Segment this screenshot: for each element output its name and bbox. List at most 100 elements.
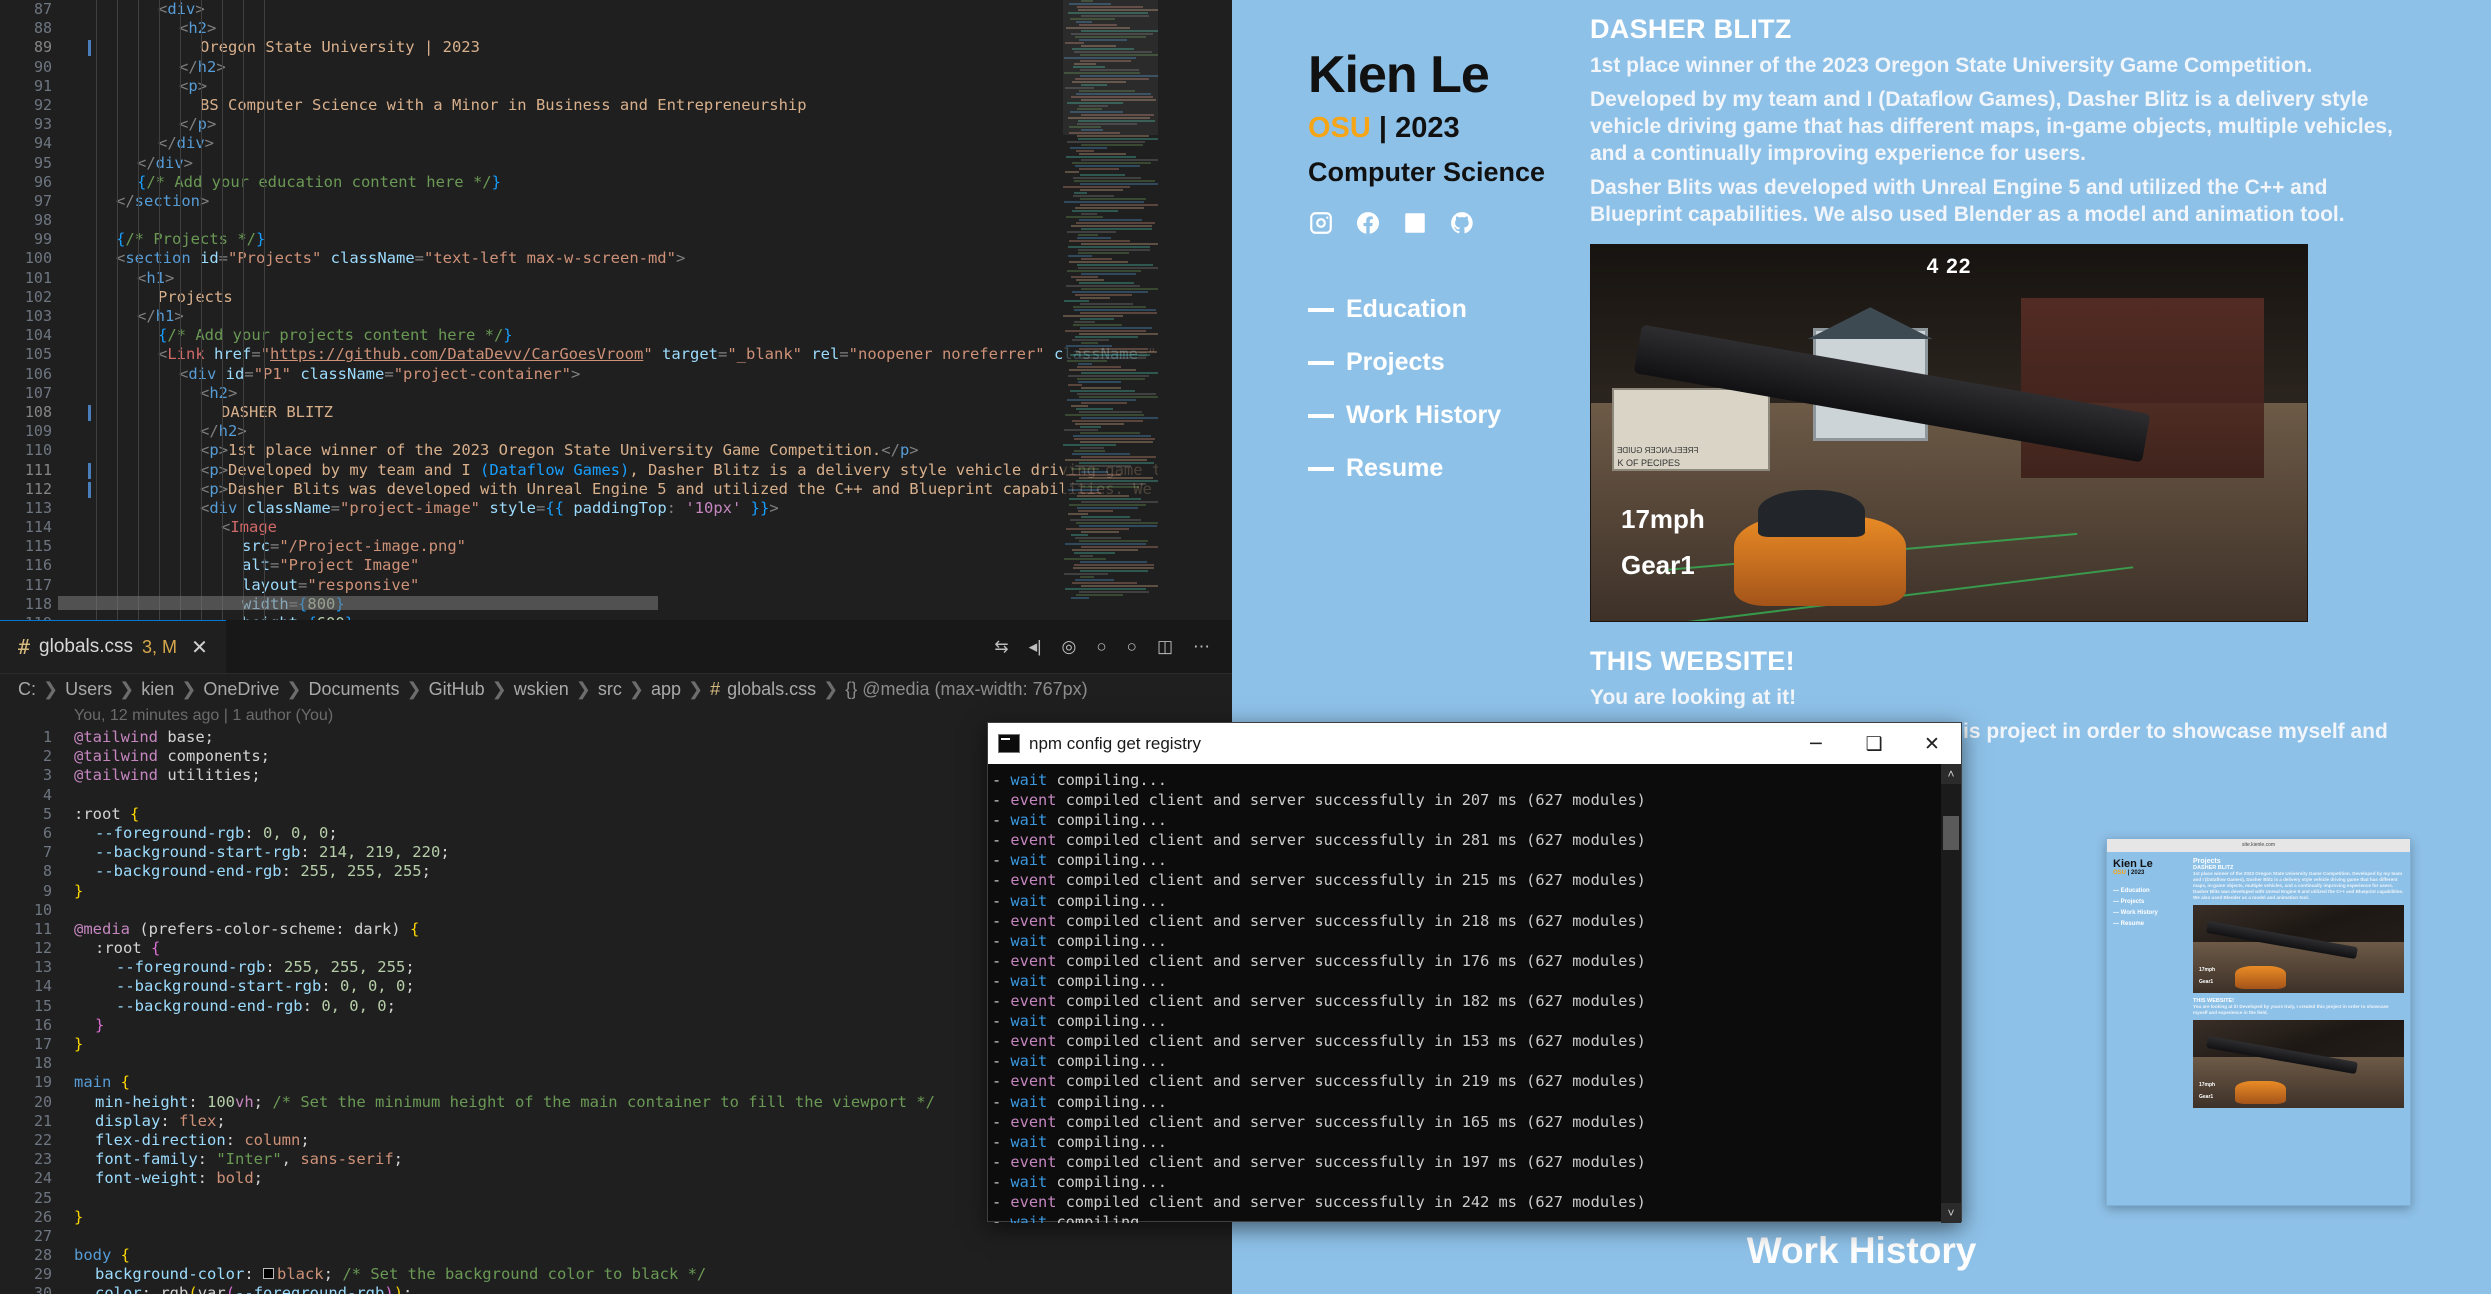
run-icon[interactable]: ◎ [1062, 637, 1077, 657]
tab-globals-css[interactable]: # globals.css 3, M ✕ [0, 620, 226, 673]
nav-item-education[interactable]: Education [1308, 295, 1572, 324]
nav-item-resume[interactable]: Resume [1308, 454, 1572, 483]
top-code-lines[interactable]: 87<div>88<h2>89Oregon State University |… [0, 0, 1232, 620]
terminal-titlebar[interactable]: npm config get registry ─ ❑ ✕ [988, 723, 1961, 764]
breadcrumb-part[interactable]: Documents [308, 679, 399, 700]
preview-name: Kien Le [2113, 858, 2153, 870]
terminal-message: compiling... [1047, 771, 1167, 789]
code-line[interactable]: 100 <section id="Projects" className="tex… [0, 249, 1232, 268]
modified-line-marker [88, 462, 91, 479]
code-line[interactable]: 89 Oregon State University | 2023 [0, 38, 1232, 57]
code-line[interactable]: 91 <p> [0, 77, 1232, 96]
code-line[interactable]: 108 DASHER BLITZ [0, 403, 1232, 422]
minimap-line [1065, 216, 1104, 218]
scroll-down-icon[interactable]: ˅ [1941, 1203, 1961, 1223]
minimap-line [1074, 180, 1155, 182]
terminal-scrollbar[interactable]: ˄ ˅ [1941, 764, 1961, 1223]
terminal-message: compiling... [1047, 811, 1167, 830]
next-icon[interactable]: ○ [1127, 637, 1137, 657]
breadcrumb-part[interactable]: OneDrive [203, 679, 279, 700]
site-preview-thumbnail[interactable]: site.kienle.com Kien Le OSU | 2023 — Edu… [2106, 838, 2411, 1206]
github-icon[interactable] [1449, 210, 1475, 241]
instagram-icon[interactable] [1308, 210, 1334, 241]
code-line[interactable]: 93 </p> [0, 115, 1232, 134]
hero-section: Kien Le OSU | 2023 Computer Science Educ… [1232, 0, 2491, 806]
split-vertical-icon[interactable]: ⇆ [994, 637, 1008, 657]
split-editor-icon[interactable]: ◫ [1157, 637, 1173, 657]
code-line[interactable]: 92 BS Computer Science with a Minor in Bu… [0, 96, 1232, 115]
code-line[interactable]: 104 {/* Add your projects content here */… [0, 326, 1232, 345]
code-line[interactable]: 112 <p>Dasher Blits was developed with Un… [0, 480, 1232, 499]
terminal-window[interactable]: npm config get registry ─ ❑ ✕ - wait com… [987, 722, 1962, 1223]
facebook-icon[interactable] [1355, 210, 1381, 241]
breadcrumb-part[interactable]: wskien [514, 679, 569, 700]
breadcrumb[interactable]: C: ❯ Users ❯ kien ❯ OneDrive ❯ Documents ❯ GitHub ❯… [0, 674, 1232, 704]
minimap-line [1080, 402, 1128, 404]
code-line[interactable]: 90</h2> [0, 58, 1232, 77]
indent-guide [222, 0, 223, 620]
code-line[interactable]: 29 background-color: black; /* Set the ba… [0, 1265, 1232, 1284]
code-text: display: flex; [95, 1111, 226, 1130]
linkedin-icon[interactable] [1402, 210, 1428, 241]
code-line[interactable]: 103 </h1> [0, 307, 1232, 326]
code-line[interactable]: 114 <Image [0, 518, 1232, 537]
scrollbar-thumb[interactable] [1943, 816, 1959, 850]
code-line[interactable]: 94 </div> [0, 134, 1232, 153]
terminal-output[interactable]: - wait compiling... - event compiled clie… [988, 764, 1961, 1223]
breadcrumb-part[interactable]: kien [141, 679, 174, 700]
code-line[interactable]: 101 <h1> [0, 269, 1232, 288]
code-line[interactable]: 99 {/* Projects */} [0, 230, 1232, 249]
code-line[interactable]: 110 <p>1st place winner of the 2023 Orego… [0, 441, 1232, 460]
editor-tabbar[interactable]: # globals.css 3, M ✕ ⇆ ◂| ◎ ○ ○ ◫ ⋯ [0, 620, 1232, 674]
breadcrumb-part[interactable]: GitHub [429, 679, 485, 700]
breadcrumb-part[interactable]: app [651, 679, 681, 700]
code-line[interactable]: 96 {/* Add your education content here */… [0, 173, 1232, 192]
code-line[interactable]: 27 [0, 1227, 1232, 1246]
prev-icon[interactable]: ○ [1096, 637, 1106, 657]
breadcrumb-part[interactable]: C: [18, 679, 36, 700]
maximize-button[interactable]: ❑ [1845, 723, 1903, 764]
code-line[interactable]: 87 <div> [0, 0, 1232, 19]
code-line[interactable]: 106 <div id="P1" className="project-conta… [0, 365, 1232, 384]
code-line[interactable]: 102 Projects [0, 288, 1232, 307]
code-line[interactable]: 88 <h2> [0, 19, 1232, 38]
code-line[interactable]: 107 <h2> [0, 384, 1232, 403]
minimap-slider[interactable] [1063, 0, 1158, 135]
close-button[interactable]: ✕ [1903, 723, 1961, 764]
code-line[interactable]: 111 <p>Developed by my team and I (Datafl… [0, 461, 1232, 480]
line-number: 24 [33, 1169, 52, 1188]
terminal-line: - event compiled client and server succe… [992, 1192, 1953, 1212]
code-line[interactable]: 105 <Link href="https://github.com/DataDe… [0, 345, 1232, 364]
minimap-line [1073, 567, 1154, 569]
code-line[interactable]: 113 <div className="project-image" style=… [0, 499, 1232, 518]
go-back-icon[interactable]: ◂| [1029, 637, 1042, 657]
breadcrumb-part[interactable]: Users [65, 679, 112, 700]
terminal-line: - wait compiling... [992, 1132, 1953, 1152]
close-icon[interactable]: ✕ [191, 635, 208, 660]
scroll-up-icon[interactable]: ˄ [1941, 764, 1961, 784]
minimize-button[interactable]: ─ [1787, 723, 1845, 764]
vertical-scrollbar-column[interactable] [1158, 0, 1232, 620]
site-nav[interactable]: Education Projects Work History Resume [1308, 295, 1572, 483]
terminal-bullet: - [992, 971, 1011, 990]
code-line[interactable]: 98 [0, 211, 1232, 230]
horizontal-scrollbar[interactable] [58, 596, 658, 610]
social-links[interactable] [1308, 210, 1572, 241]
code-line[interactable]: 97 </section> [0, 192, 1232, 211]
more-actions-icon[interactable]: ⋯ [1193, 637, 1210, 657]
code-line[interactable]: 95 </div> [0, 154, 1232, 173]
breadcrumb-symbol[interactable]: {} @media (max-width: 767px) [845, 679, 1087, 700]
breadcrumb-file[interactable]: globals.css [727, 679, 816, 700]
top-code-editor[interactable]: 87<div>88<h2>89Oregon State University |… [0, 0, 1232, 620]
code-line[interactable]: 28 body { [0, 1246, 1232, 1265]
code-line[interactable]: 116 alt="Project Image" [0, 556, 1232, 575]
nav-item-work-history[interactable]: Work History [1308, 401, 1572, 430]
code-line[interactable]: 109 </h2> [0, 422, 1232, 441]
code-line[interactable]: 115 src="/Project-image.png" [0, 537, 1232, 556]
editor-actions[interactable]: ⇆ ◂| ◎ ○ ○ ◫ ⋯ [994, 620, 1232, 673]
code-line[interactable]: 117 layout="responsive" [0, 576, 1232, 595]
breadcrumb-part[interactable]: src [598, 679, 622, 700]
terminal-window-controls[interactable]: ─ ❑ ✕ [1787, 723, 1961, 764]
code-line[interactable]: 30 color: rgb(var(--foreground-rgb)); [0, 1284, 1232, 1294]
nav-item-projects[interactable]: Projects [1308, 348, 1572, 377]
